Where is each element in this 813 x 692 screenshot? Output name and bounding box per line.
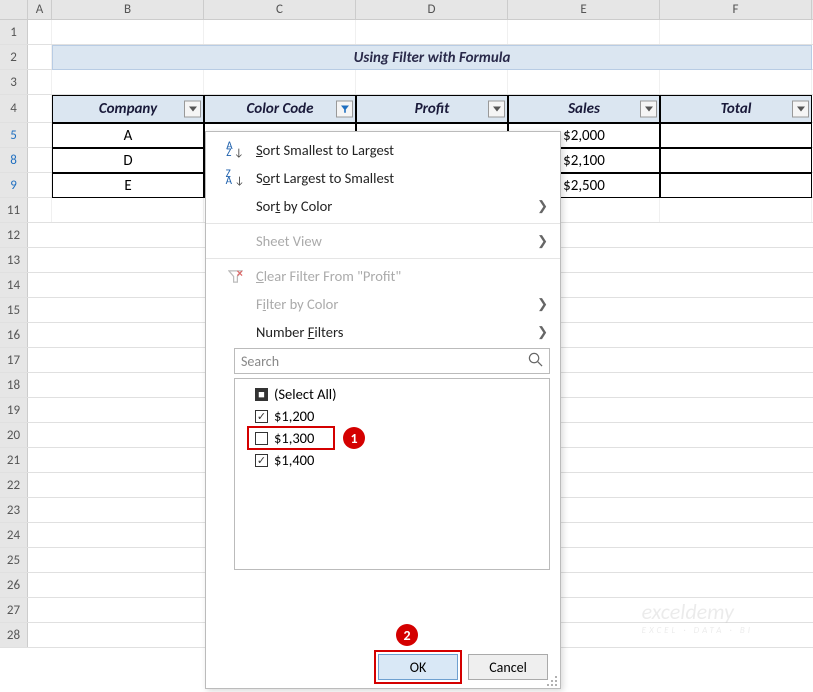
sort-asc-icon: AZ ↓	[214, 143, 256, 156]
sort-asc[interactable]: AZ ↓ SSort Smallest to Largestort Smalle…	[206, 136, 560, 164]
filter-button[interactable]	[640, 101, 657, 118]
row-header[interactable]: 26	[0, 573, 28, 597]
row-header[interactable]: 9	[0, 173, 28, 197]
filter-by-color: Filter by ColorFilter by Color ❯	[206, 290, 560, 318]
cell-company[interactable]: D	[52, 148, 204, 173]
resize-grip-icon[interactable]	[546, 674, 558, 686]
sort-by-color[interactable]: Sort by ColorSort by Color ❯	[206, 192, 560, 220]
annotation-badge: 2	[396, 624, 418, 646]
row-header[interactable]: 15	[0, 298, 28, 322]
row-header[interactable]: 4	[0, 95, 28, 122]
chevron-right-icon: ❯	[537, 199, 548, 214]
row-header[interactable]: 2	[0, 45, 28, 69]
search-input[interactable]: Search	[234, 348, 550, 374]
row-header[interactable]: 18	[0, 373, 28, 397]
row-header[interactable]: 19	[0, 398, 28, 422]
filter-button[interactable]	[792, 101, 809, 118]
filter-checklist: ■ (Select All) $1,200 $1,300 $1,400 1	[234, 378, 550, 570]
row-header[interactable]: 27	[0, 598, 28, 622]
checkbox-icon	[255, 410, 268, 423]
row-header[interactable]: 22	[0, 473, 28, 497]
col-header[interactable]: D	[356, 0, 508, 19]
checkbox-icon: ■	[255, 388, 268, 401]
row-header[interactable]: 14	[0, 273, 28, 297]
chevron-right-icon: ❯	[537, 234, 548, 249]
filter-dropdown: AZ ↓ SSort Smallest to Largestort Smalle…	[205, 131, 561, 689]
col-header[interactable]: F	[660, 0, 812, 19]
col-header[interactable]: A	[28, 0, 52, 19]
clear-filter-icon	[214, 269, 256, 284]
check-select-all[interactable]: ■ (Select All)	[239, 383, 545, 405]
annotation-box	[247, 426, 335, 450]
col-header[interactable]: C	[204, 0, 356, 19]
row-header[interactable]: 5	[0, 123, 28, 147]
filter-button[interactable]	[336, 101, 353, 118]
chevron-right-icon: ❯	[537, 297, 548, 312]
row-header[interactable]: 17	[0, 348, 28, 372]
row-header[interactable]: 1	[0, 20, 28, 44]
annotation-badge: 1	[343, 427, 365, 449]
row-header[interactable]: 3	[0, 70, 28, 94]
row-header[interactable]: 21	[0, 448, 28, 472]
header-color: Color Code	[204, 95, 356, 123]
col-header[interactable]: E	[508, 0, 660, 19]
cell-company[interactable]: A	[52, 123, 204, 148]
check-item[interactable]: $1,200	[239, 405, 545, 427]
cell[interactable]	[660, 123, 812, 148]
col-header[interactable]: B	[52, 0, 204, 19]
row-header[interactable]: 28	[0, 623, 28, 647]
row-header[interactable]: 25	[0, 548, 28, 572]
header-profit: Profit	[356, 95, 508, 123]
sort-desc-icon: ZA ↓	[214, 171, 256, 184]
annotation-box	[374, 650, 462, 684]
row-header[interactable]: 16	[0, 323, 28, 347]
row-header[interactable]: 8	[0, 148, 28, 172]
filter-button[interactable]	[184, 101, 201, 118]
header-total: Total	[660, 95, 812, 123]
row-header[interactable]: 11	[0, 198, 28, 222]
cell[interactable]	[660, 173, 812, 198]
sheet-view: Sheet View ❯	[206, 227, 560, 255]
row-header[interactable]: 13	[0, 248, 28, 272]
cancel-button[interactable]: Cancel	[468, 654, 548, 680]
checkbox-icon	[255, 454, 268, 467]
sort-desc[interactable]: ZA ↓ Sort Largest to SmallestSort Larges…	[206, 164, 560, 192]
filter-button[interactable]	[488, 101, 505, 118]
cell-company[interactable]: E	[52, 173, 204, 198]
row-header[interactable]: 12	[0, 223, 28, 247]
search-icon	[528, 352, 543, 371]
cell[interactable]	[660, 148, 812, 173]
header-sales: Sales	[508, 95, 660, 123]
check-item[interactable]: $1,400	[239, 449, 545, 471]
row-header[interactable]: 20	[0, 423, 28, 447]
chevron-right-icon: ❯	[537, 325, 548, 340]
row-header[interactable]: 24	[0, 523, 28, 547]
page-title: Using Filter with Formula	[52, 45, 812, 70]
number-filters[interactable]: Number FiltersNumber Filters ❯	[206, 318, 560, 346]
header-company: Company	[52, 95, 204, 123]
row-header[interactable]: 23	[0, 498, 28, 522]
clear-filter: Clear Filter From "Profit"Clear Filter F…	[206, 262, 560, 290]
